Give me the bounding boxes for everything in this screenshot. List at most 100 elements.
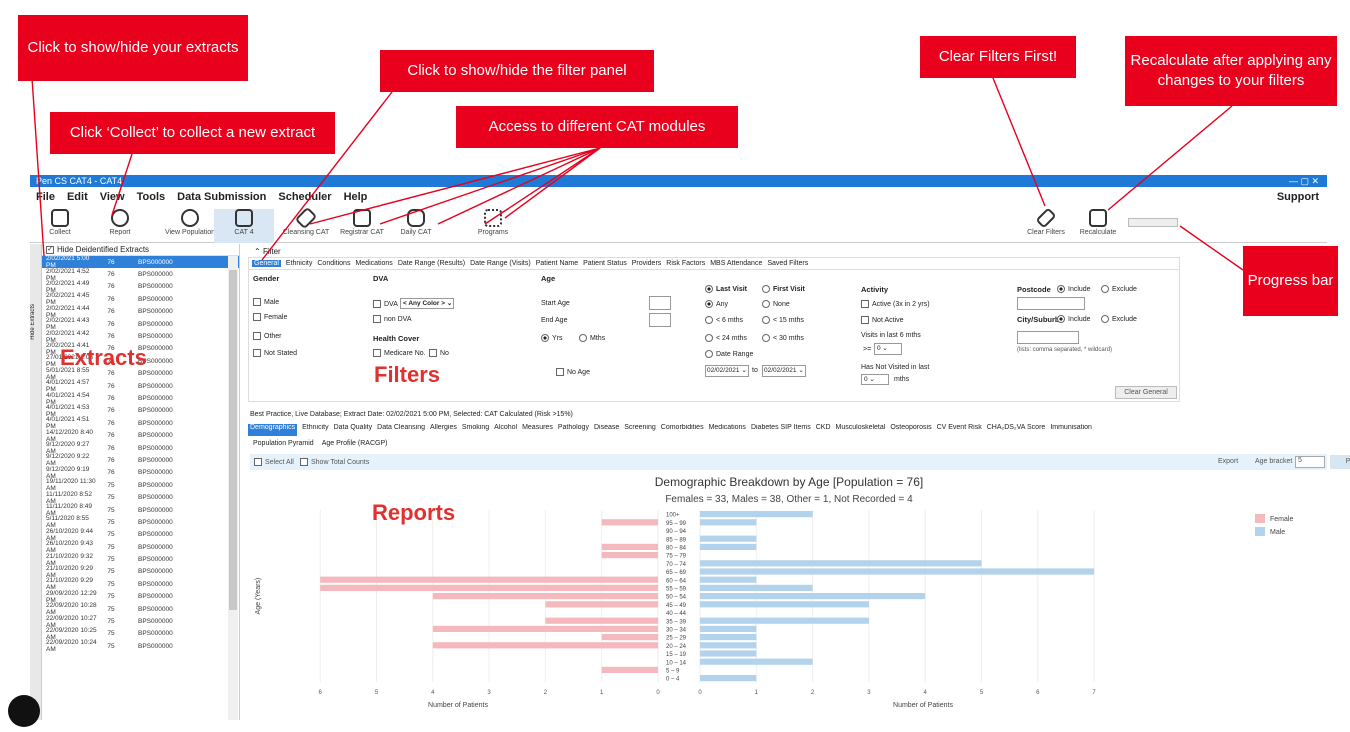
tab-report-medications[interactable]: Medications: [709, 424, 746, 436]
gender-male[interactable]: Male: [253, 298, 279, 306]
tab-report-measures[interactable]: Measures: [522, 424, 553, 436]
yrs-radio[interactable]: Yrs: [541, 334, 563, 342]
tab-report-ethnicity[interactable]: Ethnicity: [302, 424, 328, 436]
start-age-input[interactable]: [649, 296, 671, 310]
first-visit-radio[interactable]: First Visit: [762, 285, 805, 293]
tab-report-osteoporosis[interactable]: Osteoporosis: [890, 424, 931, 436]
tab-report-alcohol[interactable]: Alcohol: [494, 424, 517, 436]
list-item[interactable]: 21/10/2020 9:29 AM 75 BPS000000: [42, 577, 239, 591]
hide-extracts-tab[interactable]: Hide Extracts: [30, 244, 42, 720]
extracts-scrollbar[interactable]: [228, 256, 238, 720]
list-item[interactable]: 11/11/2020 8:49 AM 75 BPS000000: [42, 503, 239, 517]
menu-support[interactable]: Support: [1277, 191, 1319, 203]
visit-any-radio[interactable]: Any: [705, 300, 728, 308]
dva-checkbox[interactable]: DVA: [373, 300, 398, 308]
menu-tools[interactable]: Tools: [137, 191, 166, 203]
tab-filter-saved-filters[interactable]: Saved Filters: [767, 260, 808, 267]
tab-report-screening[interactable]: Screening: [624, 424, 656, 436]
tab-population-pyramid[interactable]: Population Pyramid: [253, 440, 314, 447]
tab-age-profile[interactable]: Age Profile (RACGP): [322, 440, 388, 447]
menu-view[interactable]: View: [100, 191, 125, 203]
hide-deidentified-checkbox[interactable]: ✓ Hide Deidentified Extracts: [42, 244, 239, 256]
tab-filter-mbs-attendance[interactable]: MBS Attendance: [710, 260, 762, 267]
dva-color-select[interactable]: < Any Color > ⌄: [400, 298, 454, 309]
clear-general-button[interactable]: Clear General: [1115, 386, 1177, 399]
tab-report-cv-event-risk[interactable]: CV Event Risk: [937, 424, 982, 436]
city-include-radio[interactable]: Include: [1057, 315, 1091, 323]
postcode-exclude-radio[interactable]: Exclude: [1101, 285, 1137, 293]
list-item[interactable]: 4/01/2021 4:57 PM 76 BPS000000: [42, 379, 239, 393]
tab-report-immunisation[interactable]: Immunisation: [1050, 424, 1092, 436]
list-item[interactable]: 2/02/2021 4:49 PM 76 BPS000000: [42, 280, 239, 294]
tab-filter-conditions[interactable]: Conditions: [317, 260, 350, 267]
tab-filter-risk-factors[interactable]: Risk Factors: [666, 260, 705, 267]
gender-female[interactable]: Female: [253, 313, 287, 321]
list-item[interactable]: 9/12/2020 9:19 AM 76 BPS000000: [42, 466, 239, 480]
menu-edit[interactable]: Edit: [67, 191, 88, 203]
collect-button[interactable]: Collect: [30, 209, 90, 243]
list-item[interactable]: 26/10/2020 9:43 AM 75 BPS000000: [42, 540, 239, 554]
tab-report-cha-ds-va-score[interactable]: CHA₂DS₂VA Score: [987, 424, 1046, 436]
list-item[interactable]: 2/02/2021 5:00 PM 76 BPS000000: [42, 255, 239, 269]
list-item[interactable]: 4/01/2021 4:53 PM 76 BPS000000: [42, 404, 239, 418]
list-item[interactable]: 4/01/2021 4:54 PM 76 BPS000000: [42, 392, 239, 406]
scrollbar-thumb[interactable]: [229, 270, 237, 610]
tab-report-data-quality[interactable]: Data Quality: [334, 424, 373, 436]
tab-filter-medications[interactable]: Medications: [355, 260, 392, 267]
tab-filter-general[interactable]: General: [252, 260, 281, 267]
show-total-counts-checkbox[interactable]: Show Total Counts: [300, 458, 369, 466]
gender-not-stated[interactable]: Not Stated: [253, 349, 297, 357]
tab-filter-patient-status[interactable]: Patient Status: [583, 260, 627, 267]
end-age-input[interactable]: [649, 313, 671, 327]
tab-report-diabetes-sip-items[interactable]: Diabetes SIP Items: [751, 424, 811, 436]
city-input[interactable]: [1017, 331, 1079, 344]
tab-report-disease[interactable]: Disease: [594, 424, 619, 436]
visit-date-range-radio[interactable]: Date Range: [705, 350, 753, 358]
tab-filter-providers[interactable]: Providers: [632, 260, 662, 267]
list-item[interactable]: 2/02/2021 4:42 PM 76 BPS000000: [42, 330, 239, 344]
recalculate-button[interactable]: Recalculate: [1068, 209, 1128, 243]
tab-report-musculoskeletal[interactable]: Musculoskeletal: [836, 424, 886, 436]
no-checkbox[interactable]: No: [429, 349, 449, 357]
last-visit-radio[interactable]: Last Visit: [705, 285, 747, 293]
tab-report-data-cleansing[interactable]: Data Cleansing: [377, 424, 425, 436]
window-controls[interactable]: — ▢ ✕: [1289, 175, 1319, 187]
list-item[interactable]: 22/09/2020 10:24 AM 75 BPS000000: [42, 639, 239, 653]
city-exclude-radio[interactable]: Exclude: [1101, 315, 1137, 323]
list-item[interactable]: 22/09/2020 10:25 AM 75 BPS000000: [42, 627, 239, 641]
mths-radio[interactable]: Mths: [579, 334, 605, 342]
list-item[interactable]: 14/12/2020 8:40 AM 76 BPS000000: [42, 429, 239, 443]
list-item[interactable]: 26/10/2020 9:44 AM 75 BPS000000: [42, 528, 239, 542]
list-item[interactable]: 4/01/2021 4:51 PM 76 BPS000000: [42, 416, 239, 430]
filter-toggle[interactable]: ⌃ Filter: [254, 247, 281, 256]
list-item[interactable]: 29/09/2020 12:29 PM 75 BPS000000: [42, 590, 239, 604]
tab-report-smoking[interactable]: Smoking: [462, 424, 489, 436]
visit-lt6-radio[interactable]: < 6 mths: [705, 316, 743, 324]
cat4-button[interactable]: CAT 4: [214, 209, 274, 243]
visit-lt30-radio[interactable]: < 30 mths: [762, 334, 804, 342]
not-visited-select[interactable]: 0 ⌄: [861, 374, 889, 385]
list-item[interactable]: 11/11/2020 8:52 AM 75 BPS000000: [42, 491, 239, 505]
list-item[interactable]: 21/10/2020 9:32 AM 75 BPS000000: [42, 553, 239, 567]
tab-filter-date-range-results-[interactable]: Date Range (Results): [398, 260, 465, 267]
menu-scheduler[interactable]: Scheduler: [278, 191, 331, 203]
select-all-checkbox[interactable]: Select All: [254, 458, 294, 466]
list-item[interactable]: 2/02/2021 4:45 PM 76 BPS000000: [42, 292, 239, 306]
tab-report-allergies[interactable]: Allergies: [430, 424, 457, 436]
visit-lt15-radio[interactable]: < 15 mths: [762, 316, 804, 324]
tab-report-pathology[interactable]: Pathology: [558, 424, 589, 436]
gender-other[interactable]: Other: [253, 332, 282, 340]
no-age-checkbox[interactable]: No Age: [556, 368, 590, 376]
visits-select[interactable]: 0 ⌄: [874, 343, 902, 355]
view-population-button[interactable]: View Population: [160, 209, 220, 243]
menu-data-submission[interactable]: Data Submission: [177, 191, 266, 203]
non-dva-checkbox[interactable]: non DVA: [373, 315, 412, 323]
print-button[interactable]: Print: [1330, 455, 1350, 469]
list-item[interactable]: 21/10/2020 9:29 AM 75 BPS000000: [42, 565, 239, 579]
menu-file[interactable]: File: [36, 191, 55, 203]
date-to-input[interactable]: 02/02/2021 ⌄: [762, 365, 806, 377]
age-bracket-input[interactable]: 5: [1295, 456, 1325, 468]
clear-filters-button[interactable]: Clear Filters: [1016, 207, 1076, 243]
tab-report-comorbidities[interactable]: Comorbidities: [661, 424, 704, 436]
list-item[interactable]: 2/02/2021 4:52 PM 76 BPS000000: [42, 268, 239, 282]
